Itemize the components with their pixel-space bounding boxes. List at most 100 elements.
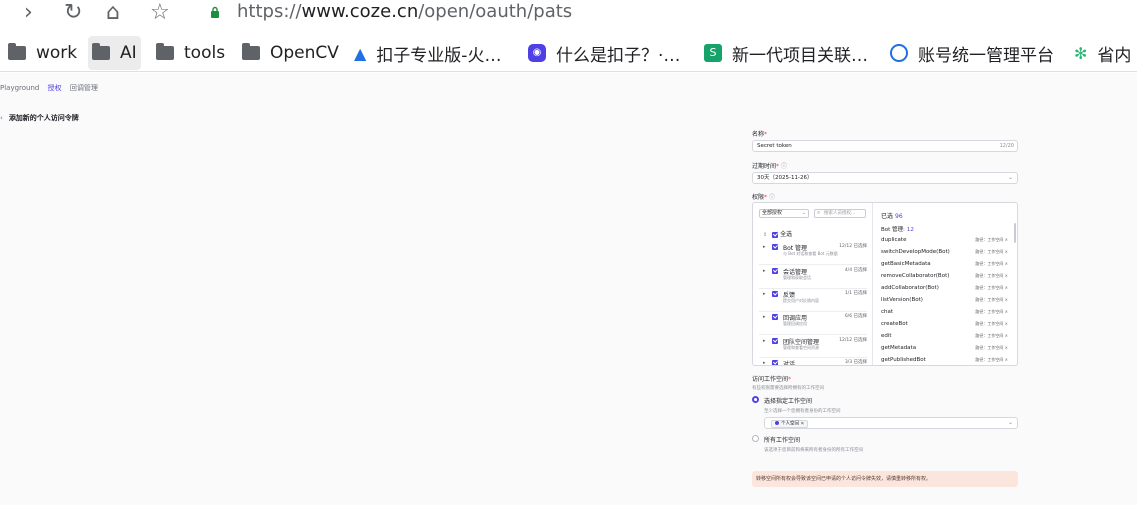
name-section: 名称* Secret token 12/20	[752, 129, 1018, 152]
nav-callback[interactable]: 回调管理	[70, 84, 98, 92]
workspace-label: 访问工作空间*	[752, 376, 792, 383]
selected-item: getMetadata 路径：工作空间 ×	[881, 345, 1008, 351]
nav-auth[interactable]: 授权	[48, 84, 62, 92]
bookmark-new-project[interactable]: S 新一代项目关联…	[700, 36, 872, 70]
permission-categories: 全部授权⌄ 搜索人员授权… ⇕ 全选 ▸ Bot 管理 与 Bot 对话和查看 …	[753, 203, 873, 365]
category-callback[interactable]: ▸ 回调应用 管理回调应用 6/6 已选择	[763, 313, 867, 335]
bookmark-opencv[interactable]: OpenCV	[238, 36, 343, 70]
flower-icon: ✻	[1074, 43, 1088, 63]
checkbox[interactable]	[772, 268, 778, 274]
address-bar[interactable]: https://www.coze.cn/open/oauth/pats	[237, 1, 572, 22]
category-conversation[interactable]: ▸ 会话管理 管理和获取会话 4/4 已选择	[763, 267, 867, 289]
selected-item: getPublishedBot 路径：工作空间 ×	[881, 357, 1008, 363]
perm-search-input[interactable]: 搜索人员授权…	[814, 209, 866, 218]
workspace-select[interactable]: 个人空间 × ⌄	[764, 417, 1018, 429]
folder-icon	[8, 43, 26, 60]
caret-right-icon[interactable]: ▸	[763, 360, 766, 365]
chevron-down-icon: ⌄	[1007, 419, 1013, 426]
volcano-icon: ▲	[354, 43, 367, 63]
chevron-down-icon: ⌄	[801, 210, 806, 216]
selected-item: getBasicMetadata 路径：工作空间 ×	[881, 261, 1008, 267]
close-icon[interactable]: ×	[1005, 357, 1008, 362]
selected-item: addCollaborator(Bot) 路径：工作空间 ×	[881, 285, 1008, 291]
expiry-label: 过期时间* ⓘ	[752, 163, 788, 170]
divider	[759, 311, 867, 312]
checkbox[interactable]	[772, 360, 778, 365]
close-icon[interactable]: ×	[1005, 333, 1008, 338]
selected-item: chat 路径：工作空间 ×	[881, 309, 1008, 315]
caret-right-icon[interactable]: ▸	[763, 291, 766, 297]
name-input[interactable]: Secret token 12/20	[752, 140, 1018, 152]
close-icon[interactable]: ×	[1005, 309, 1008, 314]
radio-all-workspaces[interactable]: 所有工作空间	[752, 435, 1018, 444]
top-nav: Playground 授权 回调管理	[0, 83, 104, 93]
workspace-chip: 个人空间 ×	[771, 419, 809, 428]
star-icon[interactable]: ☆	[150, 0, 170, 26]
bookmark-province[interactable]: ✻ 省内	[1070, 36, 1135, 70]
bookmark-what-is-coze[interactable]: ◉ 什么是扣子？·…	[524, 36, 684, 70]
selected-item: removeCollaborator(Bot) 路径：工作空间 ×	[881, 273, 1008, 279]
home-icon[interactable]: ⌂	[106, 0, 120, 26]
coze-icon: ◉	[528, 44, 546, 62]
close-icon[interactable]: ×	[1005, 297, 1008, 302]
divider	[759, 264, 867, 265]
page-header: ‹ 添加新的个人访问令牌	[0, 113, 79, 123]
browser-toolbar: › ↻ ⌂ ☆ https://www.coze.cn/open/oauth/p…	[0, 0, 1137, 28]
warning-banner: 转移空间所有权会导致该空间已申请的个人访问令牌失效，请慎重转移所有权。	[752, 471, 1018, 487]
caret-right-icon[interactable]: ▸	[763, 244, 766, 250]
checkbox[interactable]	[772, 338, 778, 344]
close-icon[interactable]: ×	[1005, 261, 1008, 266]
chevron-down-icon: ⌄	[1007, 174, 1013, 181]
radio-specific-workspace[interactable]: 选择指定工作空间	[752, 396, 1018, 405]
info-icon: ⓘ	[781, 163, 788, 170]
close-icon[interactable]: ×	[1005, 285, 1008, 290]
scrollbar[interactable]	[1014, 223, 1016, 243]
expiry-select[interactable]: 30天（2025-11-26） ⌄	[752, 172, 1018, 184]
radio-button[interactable]	[752, 435, 759, 442]
bookmark-ai[interactable]: AI	[88, 36, 141, 70]
perm-filter-select[interactable]: 全部授权 ⌄	[759, 209, 809, 218]
bookmark-tools[interactable]: tools	[152, 36, 229, 70]
close-icon[interactable]: ×	[800, 421, 804, 426]
checkbox[interactable]	[772, 291, 778, 297]
category-bot[interactable]: ▸ Bot 管理 与 Bot 对话和查看 Bot 元数据 12/12 已选择	[763, 243, 867, 265]
close-icon[interactable]: ×	[1005, 237, 1008, 242]
sheet-icon: S	[704, 44, 722, 62]
close-icon[interactable]: ×	[1005, 345, 1008, 350]
back-icon[interactable]: ‹	[0, 114, 3, 122]
close-icon[interactable]: ×	[1005, 321, 1008, 326]
checkbox[interactable]	[772, 244, 778, 250]
workspace-hint: 有些权限需要选择所拥有的工作空间	[752, 386, 824, 391]
divider	[759, 334, 867, 335]
divider	[759, 357, 867, 358]
close-icon[interactable]: ×	[1005, 273, 1008, 278]
category-chat[interactable]: ▸ 对话 3/3 已选择	[763, 359, 867, 365]
checkbox[interactable]	[772, 231, 779, 238]
category-team-space[interactable]: ▸ 团队空间管理 管理和查看空间资源 12/12 已选择	[763, 337, 867, 359]
selected-item: switchDevelopMode(Bot) 路径：工作空间 ×	[881, 249, 1008, 255]
close-icon[interactable]: ×	[1005, 249, 1008, 254]
selected-item: listVersion(Bot) 路径：工作空间 ×	[881, 297, 1008, 303]
nav-playground[interactable]: Playground	[0, 84, 39, 92]
selected-item: duplicate 路径：工作空间 ×	[881, 237, 1008, 243]
bookmark-work[interactable]: work	[4, 36, 81, 70]
group-header: Bot 管理: 12	[881, 227, 914, 233]
radio-button[interactable]	[752, 396, 759, 403]
caret-right-icon[interactable]: ▸	[763, 314, 766, 320]
select-all-row[interactable]: ⇕ 全选	[763, 229, 792, 238]
option1-hint: 至少选择一个您拥有者身份的工作空间	[764, 409, 841, 414]
folder-icon	[242, 43, 260, 60]
checkbox[interactable]	[772, 314, 778, 320]
reload-icon[interactable]: ↻	[64, 0, 82, 26]
category-feedback[interactable]: ▸ 反馈 提交用户对反馈内容 1/1 已选择	[763, 290, 867, 312]
folder-icon	[92, 43, 110, 60]
caret-right-icon[interactable]: ▸	[763, 268, 766, 274]
info-icon: ⓘ	[769, 194, 776, 201]
selected-item: createBot 路径：工作空间 ×	[881, 321, 1008, 327]
bookmark-account-platform[interactable]: 账号统一管理平台	[886, 36, 1058, 70]
caret-right-icon[interactable]: ▸	[763, 338, 766, 344]
expiry-section: 过期时间* ⓘ 30天（2025-11-26） ⌄	[752, 161, 1018, 184]
page-content: Playground 授权 回调管理 ‹ 添加新的个人访问令牌 名称* Secre…	[0, 73, 1137, 505]
bookmark-coze-pro[interactable]: ▲ 扣子专业版-火…	[350, 36, 505, 70]
forward-icon[interactable]: ›	[24, 0, 33, 26]
